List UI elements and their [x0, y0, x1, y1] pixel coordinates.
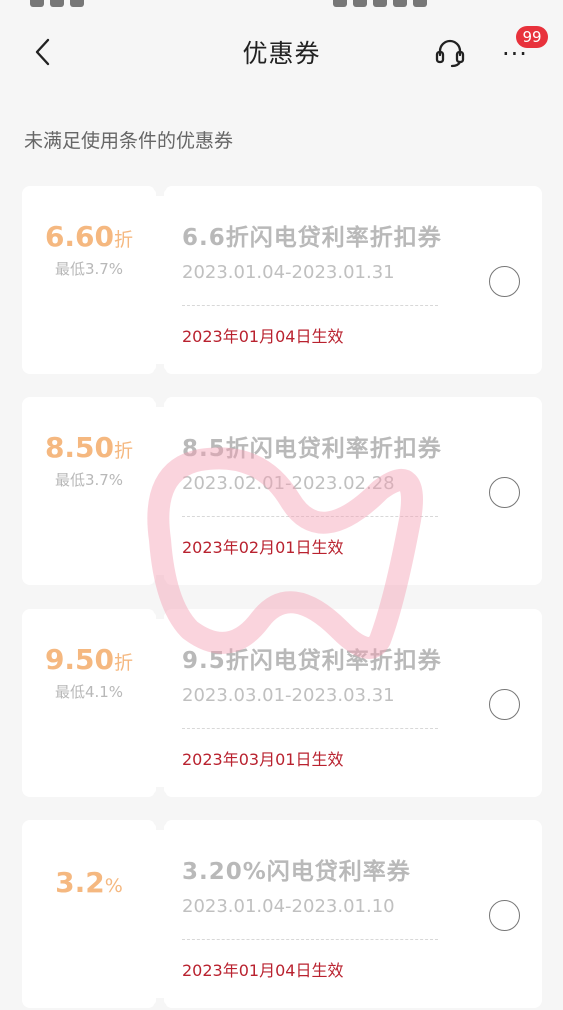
customer-service-button[interactable]	[432, 34, 468, 70]
card-notch	[153, 367, 167, 381]
card-notch	[153, 1001, 167, 1010]
coupon-discount: 8.50折	[22, 431, 156, 464]
coupon-card[interactable]: 3.2% 3.20%闪电贷利率券 2023.01.04-2023.01.10 2…	[22, 813, 542, 1010]
coupon-select-radio[interactable]	[489, 477, 520, 508]
card-notch	[153, 179, 167, 193]
coupon-date-range: 2023.03.01-2023.03.31	[182, 685, 395, 706]
coupon-select-radio[interactable]	[489, 900, 520, 931]
coupon-value-panel	[22, 397, 156, 585]
dashed-divider	[182, 939, 438, 940]
coupon-value-panel	[22, 820, 156, 1008]
discount-value: 9.50	[44, 643, 115, 676]
notification-badge: 99	[516, 26, 548, 48]
card-notch	[153, 790, 167, 804]
coupon-card[interactable]: 9.50折 最低4.1% 9.5折闪电贷利率折扣券 2023.03.01-202…	[22, 602, 542, 804]
coupon-select-radio[interactable]	[489, 689, 520, 720]
card-notch	[153, 602, 167, 616]
headset-icon	[435, 39, 465, 68]
coupon-select-radio[interactable]	[489, 266, 520, 297]
coupon-name: 3.20%闪电贷利率券	[182, 859, 411, 885]
section-label: 未满足使用条件的优惠券	[24, 130, 234, 152]
more-dots-icon: ···	[502, 40, 528, 68]
coupon-card[interactable]: 6.60折 最低3.7% 6.6折闪电贷利率折扣券 2023.01.04-202…	[22, 179, 542, 381]
coupon-name: 9.5折闪电贷利率折扣券	[182, 648, 442, 674]
coupon-name: 8.5折闪电贷利率折扣券	[182, 436, 442, 462]
coupon-min-rate: 最低4.1%	[54, 683, 124, 701]
coupon-min-rate: 最低3.7%	[54, 260, 124, 278]
discount-unit: 折	[114, 652, 134, 674]
coupon-date-range: 2023.01.04-2023.01.31	[182, 262, 395, 283]
card-notch	[153, 578, 167, 592]
discount-value: 6.60	[44, 220, 115, 253]
coupon-value-panel	[22, 186, 156, 374]
coupon-date-range: 2023.02.01-2023.02.28	[182, 473, 395, 494]
coupon-effective-date: 2023年01月04日生效	[182, 327, 344, 346]
more-button[interactable]: ··· 99	[500, 26, 548, 70]
coupon-effective-date: 2023年01月04日生效	[182, 961, 344, 980]
header-bar: 优惠券 ··· 99	[0, 12, 563, 90]
coupon-discount: 9.50折	[22, 643, 156, 676]
coupon-effective-date: 2023年02月01日生效	[182, 538, 344, 557]
dashed-divider	[182, 728, 438, 729]
page-title: 优惠券	[242, 39, 321, 68]
discount-unit: %	[104, 875, 123, 897]
coupon-name: 6.6折闪电贷利率折扣券	[182, 225, 442, 251]
coupon-discount: 6.60折	[22, 220, 156, 253]
coupon-card[interactable]: 8.50折 最低3.7% 8.5折闪电贷利率折扣券 2023.02.01-202…	[22, 390, 542, 592]
coupon-value-panel	[22, 609, 156, 797]
coupon-effective-date: 2023年03月01日生效	[182, 750, 344, 769]
discount-unit: 折	[114, 440, 134, 462]
discount-value: 3.2	[55, 866, 105, 899]
status-icons-right	[333, 0, 533, 7]
status-icons-left	[30, 0, 120, 7]
coupon-min-rate: 最低3.7%	[54, 471, 124, 489]
coupon-date-range: 2023.01.04-2023.01.10	[182, 896, 395, 917]
card-notch	[153, 390, 167, 404]
discount-value: 8.50	[44, 431, 115, 464]
discount-unit: 折	[114, 229, 134, 251]
coupon-discount: 3.2%	[22, 866, 156, 899]
dashed-divider	[182, 305, 438, 306]
status-bar	[0, 0, 563, 10]
card-notch	[153, 813, 167, 827]
dashed-divider	[182, 516, 438, 517]
